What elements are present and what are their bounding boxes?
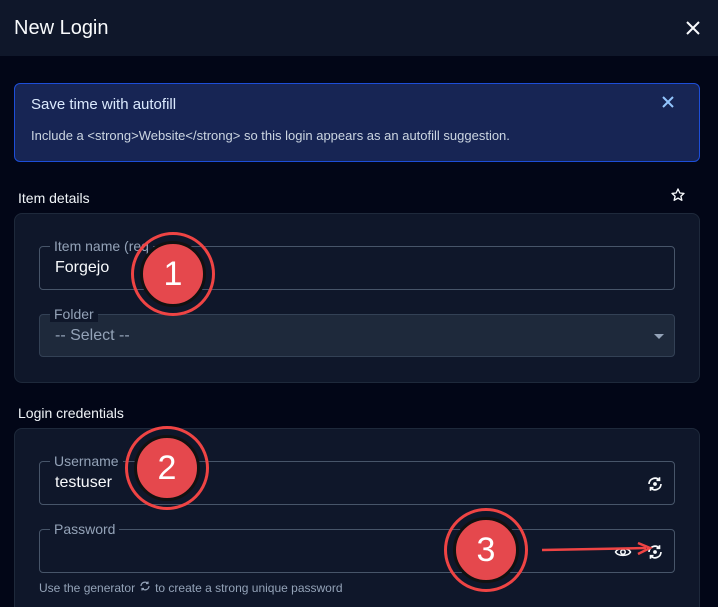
section-label-login-credentials: Login credentials	[18, 405, 124, 421]
banner-text: Include a <strong>Website</strong> so th…	[31, 128, 510, 143]
folder-select[interactable]: Folder -- Select --	[39, 306, 675, 357]
chevron-down-icon	[654, 334, 664, 339]
regenerate-icon	[139, 580, 151, 595]
callout-arrow	[541, 541, 654, 556]
item-name-value: Forgejo	[55, 259, 110, 276]
star-icon[interactable]	[670, 187, 688, 205]
dialog-title: New Login	[14, 16, 109, 39]
helper-text-start: Use the generator	[39, 580, 136, 595]
dialog-header: New Login	[0, 0, 718, 56]
autofill-banner: Save time with autofill Include a <stron…	[14, 83, 700, 162]
callout-marker-1: 1	[131, 232, 215, 316]
password-helper-text: Use the generator to create a strong uni…	[39, 580, 343, 595]
callout-number-2: 2	[134, 435, 200, 501]
close-icon[interactable]	[661, 95, 677, 111]
username-legend: Username	[50, 453, 123, 469]
callout-marker-3: 3	[444, 508, 528, 592]
regenerate-icon[interactable]	[646, 475, 664, 493]
section-label-item-details: Item details	[18, 190, 90, 206]
close-icon[interactable]	[682, 17, 704, 39]
username-value: testuser	[55, 474, 112, 491]
callout-marker-2: 2	[125, 426, 209, 510]
password-legend: Password	[50, 521, 120, 537]
banner-title: Save time with autofill	[31, 96, 177, 113]
folder-value: -- Select --	[55, 327, 130, 344]
callout-number-1: 1	[140, 241, 206, 307]
folder-legend: Folder	[50, 306, 98, 322]
helper-text-end: to create a strong unique password	[155, 580, 343, 595]
callout-number-3: 3	[453, 517, 519, 583]
